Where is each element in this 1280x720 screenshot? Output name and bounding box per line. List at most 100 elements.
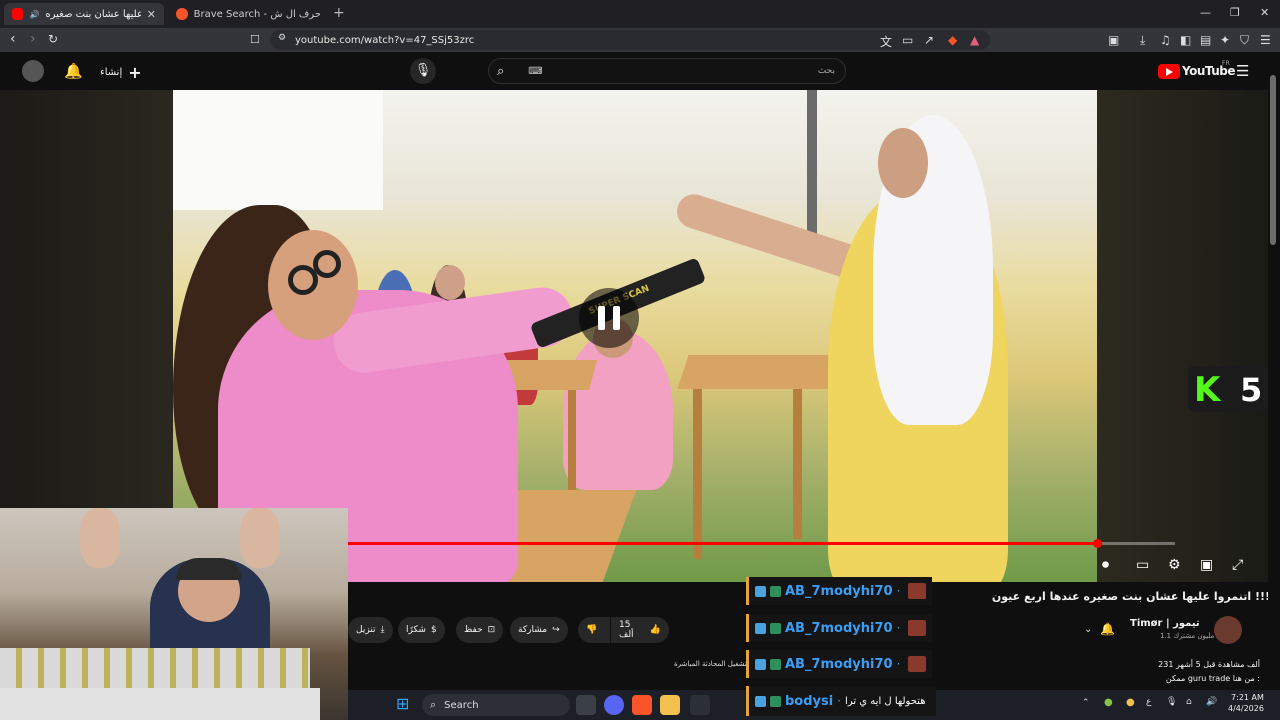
create-label: إنشاء	[100, 67, 123, 78]
progress-scrubber[interactable]	[1093, 539, 1102, 548]
autoplay-toggle-icon[interactable]: ⏺	[1102, 557, 1109, 573]
account-avatar[interactable]	[22, 60, 44, 82]
task-view-icon[interactable]	[576, 695, 596, 715]
vpn-icon[interactable]: ⛉	[1240, 33, 1249, 48]
sidebar-icon[interactable]: ◧	[1180, 33, 1191, 47]
scrollbar-thumb[interactable]	[1270, 75, 1276, 245]
bookmark-icon[interactable]: ☐	[250, 33, 260, 46]
brave-rewards-icon[interactable]: ▲	[970, 33, 979, 47]
plus-icon: +	[128, 63, 142, 82]
separator-dot: ·	[896, 621, 901, 635]
sub-badge-icon	[770, 585, 781, 597]
tent-pole	[807, 90, 817, 240]
streamer-hand	[240, 508, 280, 568]
tab-brave-search[interactable]: Brave Search - بلد ب حرف ال ش	[168, 3, 328, 25]
theater-mode-icon[interactable]: ▣	[1200, 557, 1213, 573]
tab-youtube[interactable]: 🔊 اتنمروا عليها عشان بنت صغيره ✕	[4, 3, 164, 25]
channel-avatar[interactable]	[1214, 616, 1242, 644]
separator-dot: ·	[896, 657, 901, 671]
kick-badge-icon	[755, 585, 766, 597]
tray-app-icon[interactable]: ●	[1104, 697, 1113, 708]
tray-app-icon[interactable]: ●	[1126, 697, 1135, 708]
chat-message: AB_7modyhi70 ·	[746, 650, 932, 678]
close-tab-icon[interactable]: ✕	[147, 8, 156, 21]
search-placeholder: بحث	[817, 66, 835, 76]
pause-icon	[613, 306, 620, 330]
chat-message: bodysi · هتحولها ل ايه ي ترا	[746, 686, 936, 716]
save-button[interactable]: حفظ ⊡	[456, 617, 504, 643]
ambient-left	[0, 90, 173, 508]
create-button[interactable]: إنشاء +	[100, 63, 142, 82]
pause-button[interactable]	[579, 288, 639, 348]
minimize-icon[interactable]: —	[1200, 6, 1211, 19]
speaker-icon[interactable]: 🔊	[29, 10, 39, 19]
notifications-icon[interactable]: 🔔	[64, 62, 83, 80]
search-icon[interactable]: ⌕	[497, 64, 504, 79]
brave-icon[interactable]	[632, 695, 652, 715]
bell-icon[interactable]: 🔔	[1100, 622, 1115, 636]
maximize-icon[interactable]: ❐	[1230, 6, 1240, 19]
kick-badge-icon	[755, 658, 766, 670]
share-page-icon[interactable]: ↗	[924, 33, 934, 47]
extensions-icon[interactable]: ▣	[1108, 33, 1119, 47]
volume-icon[interactable]: 🔊	[1206, 697, 1217, 707]
like-button[interactable]: 15 ألف 👍	[611, 617, 669, 643]
pause-icon	[598, 306, 605, 330]
taskbar-clock[interactable]: 7:21 AM 4/4/2026	[1228, 692, 1264, 714]
subtitles-icon[interactable]: ▭	[1136, 557, 1149, 573]
translate-icon[interactable]: 文	[880, 33, 892, 50]
brave-favicon-icon	[176, 8, 188, 20]
dislike-button[interactable]: 👎	[578, 617, 610, 643]
fullscreen-icon[interactable]: ⤢	[1232, 557, 1243, 573]
channel-name[interactable]: Timør | تيمور	[1130, 618, 1200, 629]
streamer-hand	[80, 508, 120, 568]
cast-icon[interactable]: ▭	[902, 33, 913, 47]
windows-start-icon[interactable]: ⊞	[396, 694, 409, 713]
brave-shields-icon[interactable]: ◆	[948, 33, 957, 47]
keyboard-icon[interactable]: ⌨	[528, 66, 542, 77]
description-line[interactable]: ممكن guru trade من هنا :	[1100, 674, 1260, 683]
close-window-icon[interactable]: ✕	[1260, 6, 1269, 19]
chat-message: AB_7modyhi70 ·	[746, 577, 932, 605]
sub-badge-icon	[770, 658, 781, 670]
back-icon[interactable]: ‹	[10, 31, 16, 47]
input-language[interactable]: ع	[1146, 697, 1151, 707]
view-stats: 231 ألف مشاهدة قبل 5 أشهر	[1158, 660, 1260, 669]
download-button[interactable]: تنزيل ⤓	[348, 617, 393, 643]
video-title: اتنمروا عليها عشان بنت صغيره عندها اربع …	[991, 590, 1270, 603]
chat-username: bodysi	[785, 693, 834, 709]
guide-menu-icon[interactable]: ☰	[1236, 62, 1249, 80]
background-kid-face	[435, 265, 465, 300]
download-icon: ⤓	[380, 625, 385, 635]
youtube-logo-icon[interactable]	[1158, 64, 1180, 79]
youtube-favicon-icon	[12, 8, 24, 20]
new-tab-button[interactable]: +	[333, 5, 345, 21]
store-icon[interactable]	[690, 695, 710, 715]
file-explorer-icon[interactable]	[660, 695, 680, 715]
desk-leg	[693, 389, 702, 559]
site-info-icon[interactable]: ⚙	[278, 33, 286, 43]
downloads-icon[interactable]: ⤓	[1140, 33, 1145, 48]
share-button[interactable]: مشاركة ↪	[510, 617, 568, 643]
tab-title: اتنمروا عليها عشان بنت صغيره	[45, 8, 141, 20]
forward-icon[interactable]: ›	[30, 31, 36, 47]
voice-search-icon[interactable]: 🎙	[410, 58, 436, 84]
settings-gear-icon[interactable]: ⚙	[1168, 557, 1181, 573]
microphone-icon[interactable]: 🎙	[1166, 697, 1177, 707]
tray-chevron-icon[interactable]: ⌃	[1082, 698, 1090, 708]
chevron-down-icon[interactable]: ⌄	[1084, 624, 1092, 635]
reload-icon[interactable]: ↻	[48, 32, 58, 46]
thanks-button[interactable]: شكرًا $	[398, 617, 445, 643]
media-icon[interactable]: ♫	[1160, 33, 1171, 47]
wallet-icon[interactable]: ▤	[1200, 33, 1211, 47]
kick-badge-number: 5	[1240, 371, 1263, 409]
search-input[interactable]: ⌕ ⌨ بحث	[488, 58, 846, 84]
network-icon[interactable]: ⌂	[1186, 697, 1192, 707]
leo-ai-icon[interactable]: ✦	[1220, 33, 1230, 47]
live-chat-hint[interactable]: تشغيل المحادثة المباشرة	[674, 660, 747, 668]
discord-icon[interactable]	[604, 695, 624, 715]
url-text: youtube.com/watch?v=47_SSj53zrc	[295, 34, 475, 46]
menu-icon[interactable]: ☰	[1260, 33, 1271, 47]
chat-emote-icon	[908, 656, 927, 672]
taskbar-search[interactable]: ⌕ Search	[422, 694, 570, 716]
